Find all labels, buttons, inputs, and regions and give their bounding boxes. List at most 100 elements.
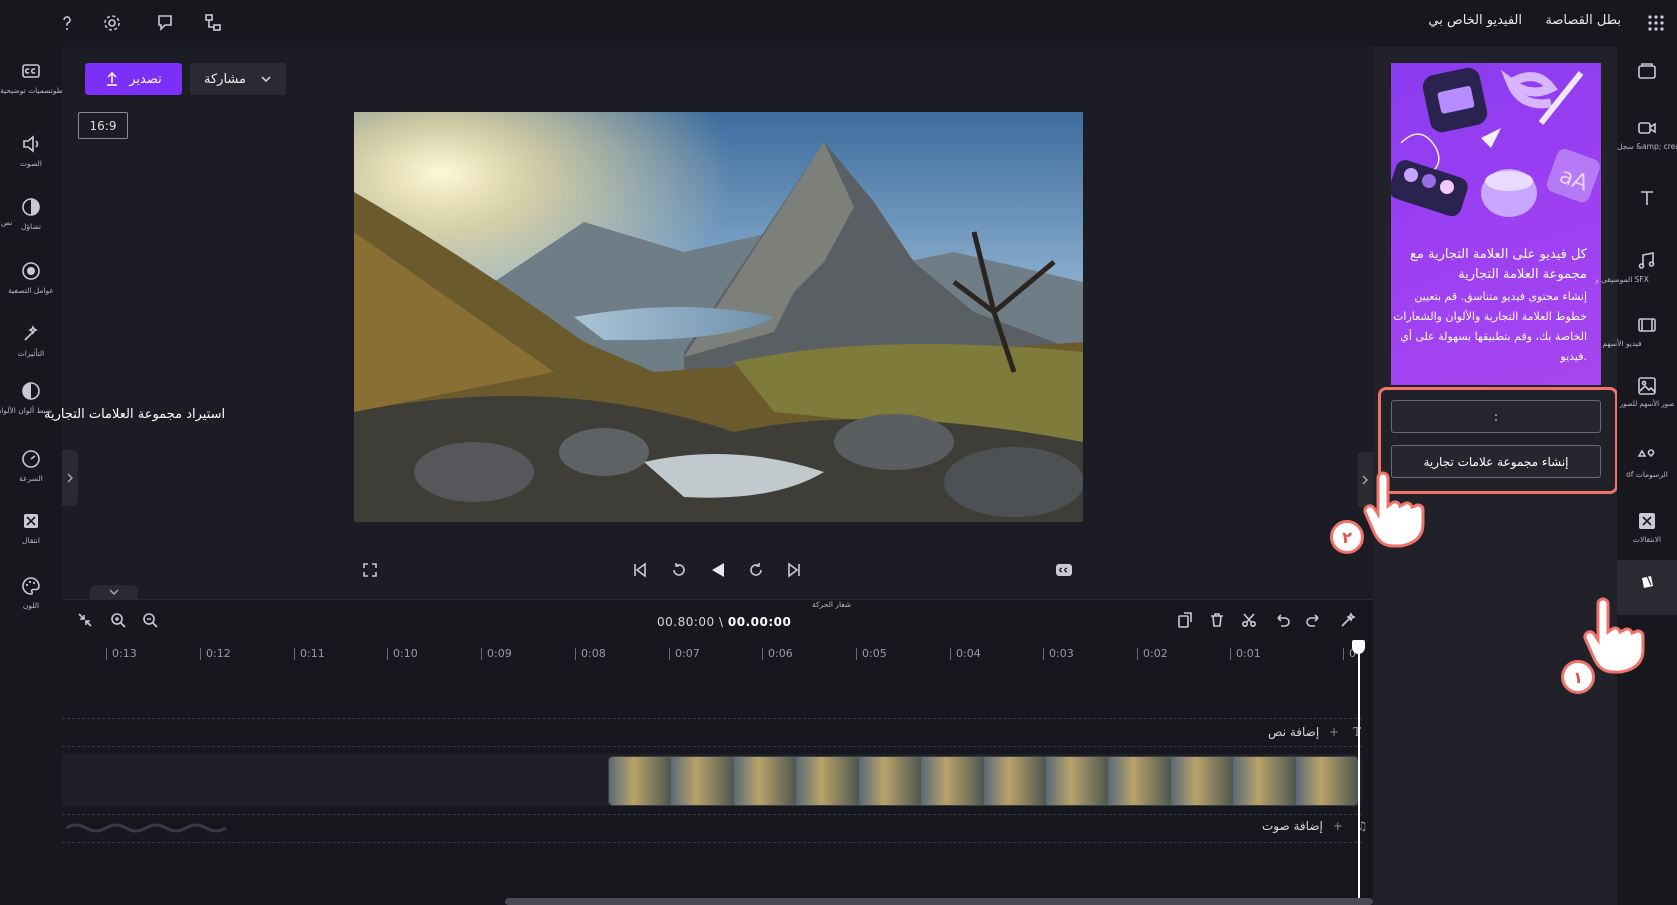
step-marker: ١ <box>1561 660 1595 694</box>
captions-toggle-icon[interactable] <box>1055 562 1073 578</box>
video-preview[interactable] <box>354 112 1083 522</box>
skip-forward-icon[interactable] <box>786 562 802 578</box>
clip-frame <box>1170 757 1234 805</box>
transition-icon <box>24 514 38 528</box>
pointer-hand-icon <box>1363 471 1425 548</box>
graphics-icon <box>1637 449 1655 458</box>
tool-color[interactable]: اللون <box>0 575 62 631</box>
landscape-image <box>354 112 1083 522</box>
nav-record[interactable]: سجل &amp; create <box>1617 117 1677 173</box>
export-button[interactable]: تصدير <box>85 63 182 95</box>
track-divider <box>62 746 1362 747</box>
clip-frame <box>1045 757 1109 805</box>
total-time: 00.80:00 <box>657 615 715 629</box>
promo-illustration: aA <box>1391 67 1600 217</box>
tool-audio[interactable]: الصوت <box>0 133 62 189</box>
zoom-in-icon[interactable] <box>109 611 127 629</box>
timeline-collapse[interactable] <box>90 585 138 599</box>
tool-label: الصوت <box>20 159 42 168</box>
export-label: تصدير <box>129 71 162 87</box>
delete-icon[interactable] <box>1208 611 1226 629</box>
clip-frame <box>921 757 984 805</box>
nav-stock-images[interactable]: صور الأسهم للصور <box>1617 375 1677 431</box>
chevron-down-icon <box>261 76 271 83</box>
tick-label: 0:05 <box>856 647 887 660</box>
nav-label: الانتقالات <box>1632 535 1662 544</box>
tick-label: 0:11 <box>294 647 325 660</box>
zoom-out-icon[interactable] <box>141 611 159 629</box>
timeline <box>62 599 1373 905</box>
audio-icon <box>23 135 39 153</box>
nav-music[interactable]: الموسيقى و SFX <box>1595 250 1677 306</box>
promo-body: إنشاء محتوى فيديو متناسق. قم بتعيين خطوط… <box>1393 290 1587 363</box>
tool-label: اللون <box>22 601 40 610</box>
audio-waveform <box>66 823 227 833</box>
brand-kit-icon <box>1642 575 1653 588</box>
upload-icon <box>107 72 118 86</box>
play-icon[interactable] <box>708 560 728 580</box>
rewind-5-icon[interactable] <box>670 561 688 579</box>
feedback-icon[interactable] <box>154 12 176 34</box>
tool-captions[interactable]: وسائطوتسميات توضيحية <box>0 60 77 116</box>
magic-icon[interactable] <box>1339 611 1357 629</box>
fullscreen-icon[interactable] <box>362 562 378 578</box>
playhead-label: شعار الحركة <box>812 600 852 609</box>
share-button[interactable]: مشاركة <box>190 63 286 95</box>
tool-label: السرعة <box>19 474 43 483</box>
detach-audio-icon[interactable] <box>1176 611 1194 629</box>
tool-transition[interactable]: انتقال <box>0 510 62 566</box>
gear-icon[interactable] <box>101 12 123 34</box>
app-brand: بطل القصاصة <box>1545 13 1621 28</box>
nav-media[interactable] <box>1617 60 1677 116</box>
effects-icon <box>24 325 38 341</box>
tick-label: 0:06 <box>762 647 793 660</box>
nav-graphics[interactable]: of الرسومات <box>1617 445 1677 501</box>
tool-effects[interactable]: التأثيرات <box>0 323 62 379</box>
captions-icon <box>22 64 40 78</box>
left-panel-collapse[interactable] <box>62 450 78 506</box>
fit-timeline-icon[interactable] <box>76 611 94 629</box>
redo-icon[interactable] <box>1305 611 1323 629</box>
nav-transitions[interactable]: الانتقالات <box>1617 510 1677 566</box>
nav-label: صور الأسهم للصور <box>1619 400 1675 408</box>
record-icon <box>1638 122 1656 134</box>
clip-frame <box>1233 757 1296 805</box>
clip-frame <box>796 757 859 805</box>
playhead[interactable] <box>1358 640 1360 905</box>
apps-grid-icon[interactable] <box>1645 12 1667 34</box>
undo-icon[interactable] <box>1273 611 1291 629</box>
time-separator: \ <box>719 615 724 629</box>
add-text-track[interactable]: إضافة نص + T <box>1268 725 1361 739</box>
nav-text[interactable] <box>1617 187 1677 243</box>
skip-back-icon[interactable] <box>632 562 648 578</box>
tick-label: 0:04 <box>950 647 981 660</box>
tool-speed[interactable]: السرعة <box>0 448 62 504</box>
timeline-scrollbar[interactable] <box>505 898 1373 905</box>
tool-label: التأثيرات <box>17 349 45 358</box>
clip-frame <box>858 757 922 805</box>
tool-label: انتقال <box>22 536 40 545</box>
aspect-ratio-button[interactable]: 16:9 <box>78 112 128 139</box>
brand-kit-tooltip: استيراد مجموعة العلامات التجارية <box>44 407 226 422</box>
add-text-label: إضافة نص <box>1268 725 1320 739</box>
video-clip[interactable] <box>608 756 1359 806</box>
text-icon <box>1641 191 1653 205</box>
tick-label: 0:12 <box>200 647 231 660</box>
help-icon[interactable] <box>56 12 78 34</box>
current-time: 00.00:00 <box>727 615 792 629</box>
nav-stock-video[interactable]: فيديو الأسهم <box>1602 314 1677 370</box>
filters-icon <box>22 262 40 280</box>
playback-controls <box>354 556 1083 584</box>
clip-frame <box>671 757 734 805</box>
playhead-handle[interactable] <box>1352 640 1365 654</box>
network-icon[interactable] <box>202 12 224 34</box>
tool-filters[interactable]: عوامل التصفية <box>0 260 62 316</box>
project-title[interactable]: الفيديو الخاص بي <box>1428 13 1522 28</box>
import-brand-kit-button[interactable]: : <box>1391 400 1601 433</box>
forward-5-icon[interactable] <box>747 561 765 579</box>
speed-icon <box>22 450 40 468</box>
add-audio-track[interactable]: إضافة صوت + ♫ <box>1262 819 1367 833</box>
split-icon[interactable] <box>1240 611 1258 629</box>
stock-video-icon <box>1638 318 1656 332</box>
add-audio-label: إضافة صوت <box>1262 819 1323 833</box>
